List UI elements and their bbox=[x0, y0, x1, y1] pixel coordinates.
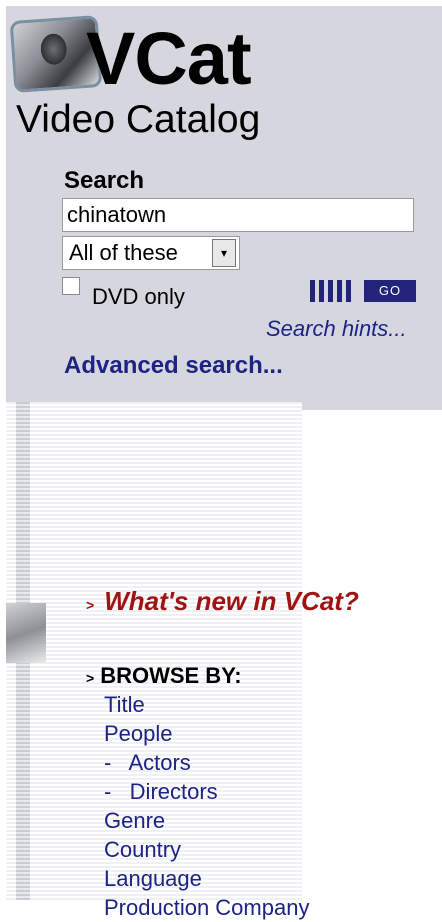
match-mode-select[interactable]: All of these ▾ bbox=[62, 236, 240, 270]
browse-item-production-company[interactable]: Production Company bbox=[104, 893, 309, 922]
search-label: Search bbox=[64, 167, 145, 194]
dvd-only-checkbox[interactable] bbox=[62, 277, 80, 295]
logo-subtitle: Video Catalog bbox=[16, 98, 261, 141]
search-input[interactable] bbox=[62, 198, 414, 232]
whats-new-link[interactable]: > What's new in VCat? bbox=[86, 586, 359, 617]
browse-item-genre[interactable]: Genre bbox=[104, 806, 309, 835]
stripe-icon bbox=[337, 280, 342, 302]
browse-item-people[interactable]: People bbox=[104, 719, 309, 748]
browse-list: Title People - Actors - Directors Genre … bbox=[104, 690, 309, 922]
go-button[interactable]: GO bbox=[364, 280, 416, 302]
browse-item-directors[interactable]: - Directors bbox=[104, 777, 309, 806]
stripe-icon bbox=[319, 280, 324, 302]
whats-new-label[interactable]: What's new in VCat? bbox=[104, 586, 359, 616]
advanced-search-link[interactable]: Advanced search... bbox=[64, 352, 283, 380]
browse-item-country[interactable]: Country bbox=[104, 835, 309, 864]
dropdown-arrow-icon[interactable]: ▾ bbox=[212, 239, 236, 267]
thumbnail-image bbox=[6, 603, 46, 663]
browse-header: > BROWSE BY: bbox=[86, 663, 242, 689]
go-button-stripes[interactable] bbox=[310, 280, 351, 302]
dvd-only-label[interactable]: DVD only bbox=[92, 284, 185, 310]
bullet-icon: > bbox=[86, 597, 95, 613]
bullet-icon: > bbox=[86, 670, 95, 686]
stripe-icon bbox=[328, 280, 333, 302]
logo-title[interactable]: VCat bbox=[86, 22, 252, 96]
stripe-icon bbox=[310, 280, 315, 302]
browse-item-language[interactable]: Language bbox=[104, 864, 309, 893]
search-hints-link[interactable]: Search hints... bbox=[266, 316, 407, 342]
match-mode-value: All of these bbox=[69, 240, 178, 265]
browse-item-actors[interactable]: - Actors bbox=[104, 748, 309, 777]
browse-header-label: BROWSE BY: bbox=[100, 663, 242, 688]
stripe-icon bbox=[346, 280, 351, 302]
browse-item-title[interactable]: Title bbox=[104, 690, 309, 719]
